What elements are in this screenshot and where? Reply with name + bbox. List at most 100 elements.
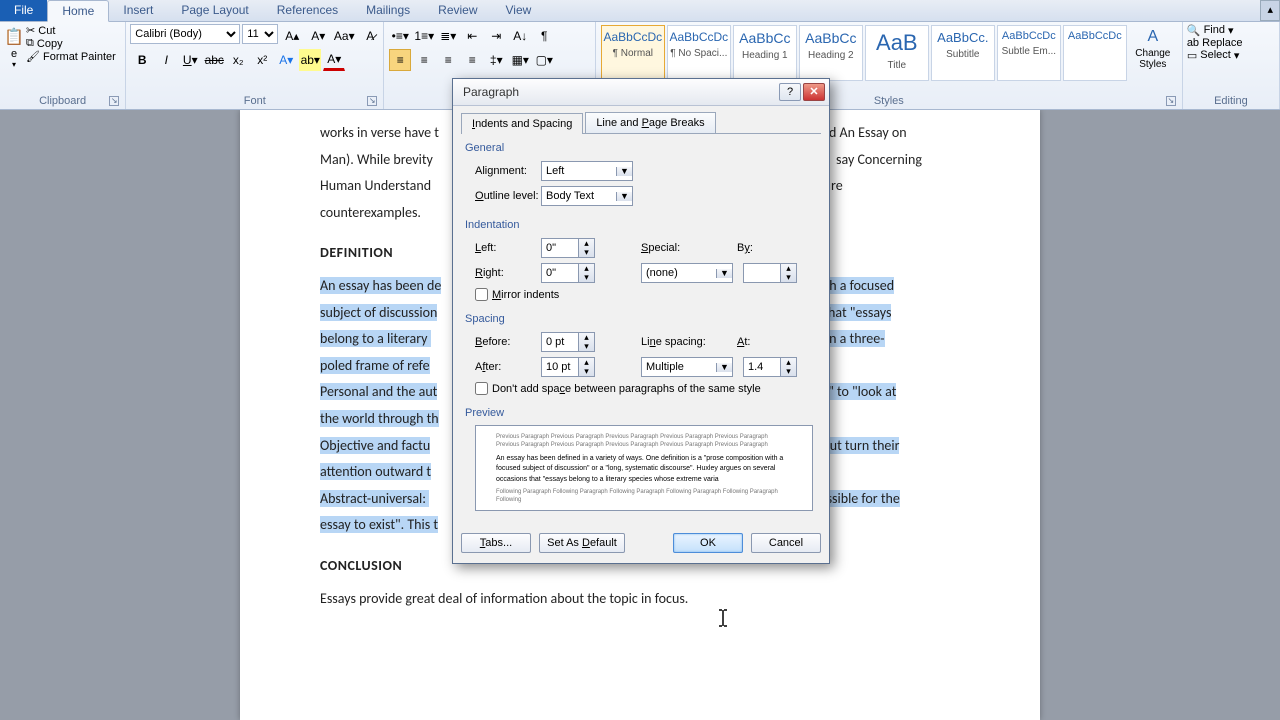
before-label: Before: — [475, 336, 541, 348]
cancel-button[interactable]: Cancel — [751, 533, 821, 553]
find-button[interactable]: Find — [1204, 24, 1225, 37]
brush-icon: 🖌 — [26, 50, 40, 63]
replace-icon: ab — [1187, 37, 1199, 49]
copy-icon: ⧉ — [26, 37, 34, 50]
at-label: At: — [737, 336, 750, 348]
style-tile[interactable]: AaBbCc.Subtitle — [931, 25, 995, 81]
style-tile[interactable]: AaBbCcDc¶ Normal — [601, 25, 665, 81]
by-spin[interactable]: ▴▾ — [743, 263, 797, 283]
show-paragraph-button[interactable]: ¶ — [533, 25, 555, 47]
ribbon-tabs: File Home Insert Page Layout References … — [0, 0, 1280, 22]
mirror-indents-check[interactable]: Mirror indents — [475, 288, 817, 301]
alignment-combo[interactable]: Left▼ — [541, 161, 633, 181]
grow-font-button[interactable]: A▴ — [281, 25, 303, 47]
font-launcher[interactable]: ↘ — [367, 96, 377, 106]
styles-gallery[interactable]: AaBbCcDc¶ NormalAaBbCcDc¶ No Spaci...AaB… — [600, 24, 1128, 82]
minimize-ribbon-icon[interactable]: ▴ — [1260, 0, 1280, 21]
at-spin[interactable]: 1.4▴▾ — [743, 357, 797, 377]
chevron-down-icon[interactable]: ▼ — [616, 167, 632, 176]
clipboard-launcher[interactable]: ↘ — [109, 96, 119, 106]
outline-label: Outline level: — [475, 190, 541, 202]
clipboard-group-label: Clipboard — [39, 95, 86, 107]
multilevel-button[interactable]: ≣▾ — [437, 25, 459, 47]
ok-button[interactable]: OK — [673, 533, 743, 553]
bold-button[interactable]: B — [131, 49, 153, 71]
indent-right-spin[interactable]: 0"▴▾ — [541, 263, 595, 283]
text-effects-button[interactable]: A▾ — [275, 49, 297, 71]
paste-button[interactable]: 📋e▾ — [5, 24, 23, 71]
styles-launcher[interactable]: ↘ — [1166, 96, 1176, 106]
line-spacing-button[interactable]: ‡▾ — [485, 49, 507, 71]
style-tile[interactable]: AaBbCcHeading 2 — [799, 25, 863, 81]
select-button[interactable]: Select — [1200, 49, 1231, 62]
special-combo[interactable]: (none)▼ — [641, 263, 733, 283]
indentation-section: Indentation — [465, 219, 817, 231]
tab-file[interactable]: File — [0, 0, 47, 21]
tab-home[interactable]: Home — [47, 0, 109, 22]
highlight-button[interactable]: ab▾ — [299, 49, 321, 71]
general-section: General — [465, 142, 817, 154]
font-size-select[interactable]: 11 — [242, 24, 278, 44]
help-button[interactable]: ? — [779, 83, 801, 101]
cut-button[interactable]: Cut — [38, 25, 55, 37]
after-spin[interactable]: 10 pt▴▾ — [541, 357, 595, 377]
align-left-button[interactable]: ≡ — [389, 49, 411, 71]
tab-line-page-breaks[interactable]: Line and Page Breaks — [585, 112, 715, 133]
outline-combo[interactable]: Body Text▼ — [541, 186, 633, 206]
conclusion-text: Essays provide great deal of information… — [320, 586, 960, 613]
subscript-button[interactable]: x₂ — [227, 49, 249, 71]
clear-formatting-button[interactable]: A̷ — [359, 25, 381, 47]
dialog-titlebar[interactable]: Paragraph ? ✕ — [453, 79, 829, 106]
preview-box: Previous Paragraph Previous Paragraph Pr… — [475, 425, 813, 511]
strikethrough-button[interactable]: abc — [203, 49, 225, 71]
tab-page-layout[interactable]: Page Layout — [167, 0, 262, 21]
by-label: By: — [737, 242, 753, 254]
style-tile[interactable]: AaBbCcHeading 1 — [733, 25, 797, 81]
indent-left-label: Left: — [475, 242, 541, 254]
bullets-button[interactable]: •≡▾ — [389, 25, 411, 47]
scissors-icon: ✂ — [26, 24, 35, 37]
align-right-button[interactable]: ≡ — [437, 49, 459, 71]
tab-review[interactable]: Review — [424, 0, 491, 21]
style-tile[interactable]: AaBTitle — [865, 25, 929, 81]
set-default-button[interactable]: Set As Default — [539, 533, 625, 553]
align-center-button[interactable]: ≡ — [413, 49, 435, 71]
shading-button[interactable]: ▦▾ — [509, 49, 531, 71]
numbering-button[interactable]: 1≡▾ — [413, 25, 435, 47]
replace-button[interactable]: Replace — [1202, 37, 1242, 49]
superscript-button[interactable]: x² — [251, 49, 273, 71]
tab-mailings[interactable]: Mailings — [352, 0, 424, 21]
dont-add-space-check[interactable]: Don't add space between paragraphs of th… — [475, 382, 817, 395]
italic-button[interactable]: I — [155, 49, 177, 71]
before-spin[interactable]: 0 pt▴▾ — [541, 332, 595, 352]
underline-button[interactable]: U▾ — [179, 49, 201, 71]
change-styles-button[interactable]: AChange Styles — [1129, 24, 1177, 72]
tabs-button[interactable]: Tabs... — [461, 533, 531, 553]
tab-indents-spacing[interactable]: IIndents and Spacingndents and Spacing — [461, 113, 583, 134]
font-select[interactable]: Calibri (Body) — [130, 24, 240, 44]
format-painter-button[interactable]: Format Painter — [43, 51, 116, 63]
decrease-indent-button[interactable]: ⇤ — [461, 25, 483, 47]
special-label: Special: — [641, 242, 707, 254]
after-label: After: — [475, 361, 541, 373]
tab-references[interactable]: References — [263, 0, 352, 21]
font-color-button[interactable]: A▾ — [323, 49, 345, 71]
borders-button[interactable]: ▢▾ — [533, 49, 555, 71]
change-case-button[interactable]: Aa▾ — [333, 25, 355, 47]
style-tile[interactable]: AaBbCcDcSubtle Em... — [997, 25, 1061, 81]
style-tile[interactable]: AaBbCcDc — [1063, 25, 1127, 81]
copy-button[interactable]: Copy — [37, 38, 63, 50]
close-button[interactable]: ✕ — [803, 83, 825, 101]
increase-indent-button[interactable]: ⇥ — [485, 25, 507, 47]
paragraph-dialog: Paragraph ? ✕ IIndents and Spacingndents… — [452, 78, 830, 564]
spacing-section: Spacing — [465, 313, 817, 325]
chevron-down-icon[interactable]: ▼ — [616, 192, 632, 201]
justify-button[interactable]: ≡ — [461, 49, 483, 71]
tab-view[interactable]: View — [492, 0, 546, 21]
tab-insert[interactable]: Insert — [109, 0, 167, 21]
line-spacing-combo[interactable]: Multiple▼ — [641, 357, 733, 377]
indent-left-spin[interactable]: 0"▴▾ — [541, 238, 595, 258]
shrink-font-button[interactable]: A▾ — [307, 25, 329, 47]
style-tile[interactable]: AaBbCcDc¶ No Spaci... — [667, 25, 731, 81]
sort-button[interactable]: A↓ — [509, 25, 531, 47]
